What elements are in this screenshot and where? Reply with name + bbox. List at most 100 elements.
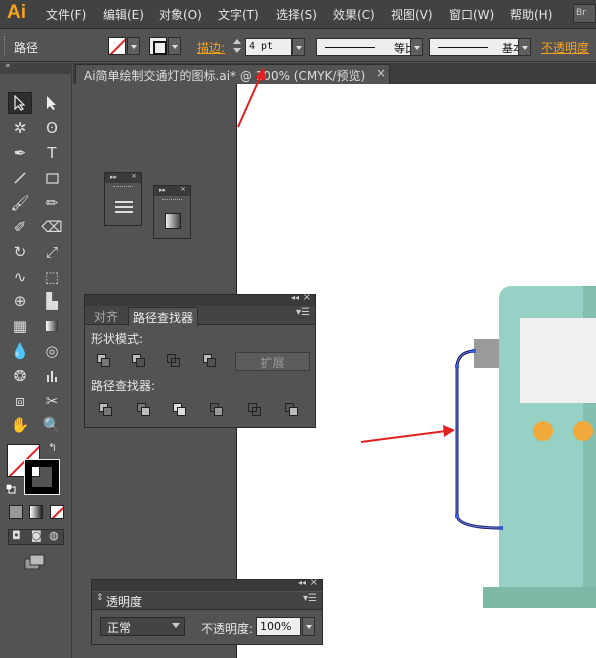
menu-object[interactable]: 对象(O) bbox=[159, 6, 202, 23]
traffic-light-screen[interactable] bbox=[520, 318, 596, 403]
menu-window[interactable]: 窗口(W) bbox=[449, 6, 494, 23]
pathfinders-label: 路径查找器: bbox=[91, 379, 156, 393]
color-mode-icon[interactable] bbox=[9, 505, 23, 519]
close-tab-icon[interactable]: × bbox=[376, 66, 386, 80]
panel-titlebar[interactable]: ◂◂ × bbox=[85, 292, 315, 306]
bridge-button[interactable]: Br bbox=[573, 4, 596, 23]
panel-menu-icon[interactable]: ▾☰ bbox=[296, 307, 310, 318]
panel-tabs: ⇕ 透明度 ▾☰ bbox=[92, 592, 322, 610]
opacity-label[interactable]: 不透明度 bbox=[541, 39, 589, 56]
illustrator-logo: Ai bbox=[7, 2, 26, 23]
minus-front-icon[interactable] bbox=[132, 354, 146, 368]
opacity-input[interactable]: 100% bbox=[256, 617, 301, 636]
direct-selection-icon[interactable] bbox=[40, 92, 64, 114]
intersect-icon[interactable] bbox=[167, 354, 181, 368]
type-icon[interactable]: T bbox=[40, 142, 64, 164]
stroke-label[interactable]: 描边: bbox=[197, 39, 225, 56]
stroke-dropdown[interactable] bbox=[168, 37, 181, 55]
hand-icon[interactable]: ✋ bbox=[8, 414, 32, 436]
panel-titlebar[interactable]: ◂◂ × bbox=[92, 577, 322, 591]
exclude-icon[interactable] bbox=[203, 354, 217, 368]
pathfinder-panel: ◂◂ × 对齐 路径查找器 ▾☰ 形状模式: 扩展 路径查找器: bbox=[84, 292, 316, 428]
free-transform-icon[interactable]: ⬚ bbox=[40, 266, 64, 288]
control-bar-grip[interactable] bbox=[4, 36, 7, 56]
column-graph-icon[interactable] bbox=[40, 365, 64, 387]
eyedropper-icon[interactable]: 💧 bbox=[8, 340, 32, 362]
close-icon: × bbox=[309, 577, 318, 588]
paintbrush-icon[interactable]: 🖌 bbox=[8, 192, 32, 214]
menu-select[interactable]: 选择(S) bbox=[276, 6, 317, 23]
slice-icon[interactable]: ✂ bbox=[40, 390, 64, 412]
pen-icon[interactable]: ✒ bbox=[8, 142, 32, 164]
rotate-icon[interactable]: ↻ bbox=[8, 241, 32, 263]
default-colors-icon[interactable] bbox=[5, 483, 16, 494]
none-mode-icon[interactable] bbox=[50, 505, 64, 519]
expand-button[interactable]: 扩展 bbox=[235, 352, 310, 371]
blob-brush-icon[interactable]: ✐ bbox=[8, 216, 32, 238]
outline-icon[interactable] bbox=[248, 403, 262, 417]
tab-align[interactable]: 对齐 bbox=[94, 308, 118, 325]
gradient-icon[interactable] bbox=[40, 315, 64, 337]
blend-icon[interactable]: ◎ bbox=[40, 340, 64, 362]
warp-icon[interactable]: ∿ bbox=[8, 266, 32, 288]
menu-edit[interactable]: 编辑(E) bbox=[103, 6, 144, 23]
tab-pathfinder[interactable]: 路径查找器 bbox=[128, 307, 199, 326]
menu-effect[interactable]: 效果(C) bbox=[333, 6, 375, 23]
traffic-light-base[interactable] bbox=[483, 587, 596, 608]
transparency-panel: ◂◂ × ⇕ 透明度 ▾☰ 正常 不透明度: 100% bbox=[91, 577, 323, 645]
rectangle-icon[interactable] bbox=[40, 167, 64, 189]
tab-transparency[interactable]: 透明度 bbox=[106, 593, 142, 610]
opacity-dropdown[interactable] bbox=[302, 617, 315, 636]
traffic-light-lamp[interactable] bbox=[533, 421, 553, 441]
control-bar: 路径 描边: 等比 基本 不透明度 bbox=[0, 30, 596, 62]
crop-icon[interactable] bbox=[210, 403, 224, 417]
tools-panel-header[interactable]: « bbox=[0, 61, 72, 74]
menu-file[interactable]: 文件(F) bbox=[46, 6, 86, 23]
pencil-icon[interactable]: ✏ bbox=[40, 192, 64, 214]
perspective-grid-icon[interactable]: ▙ bbox=[40, 290, 64, 312]
line-icon[interactable] bbox=[8, 167, 32, 189]
stroke-weight-dropdown[interactable] bbox=[292, 38, 305, 56]
brush-dropdown[interactable] bbox=[518, 38, 531, 56]
menu-type[interactable]: 文字(T) bbox=[218, 6, 259, 23]
close-icon: × bbox=[302, 292, 311, 303]
traffic-light-lamp[interactable] bbox=[573, 421, 593, 441]
fill-swatch[interactable] bbox=[108, 37, 126, 55]
collapsed-panel-gradient[interactable]: ▸▸ × bbox=[153, 185, 191, 239]
mesh-icon[interactable]: ▦ bbox=[8, 315, 32, 337]
eraser-icon[interactable]: ⌫ bbox=[40, 216, 64, 238]
profile-dropdown[interactable] bbox=[410, 38, 423, 56]
stroke-swatch[interactable] bbox=[149, 37, 167, 55]
stroke-weight-input[interactable]: 4 pt bbox=[245, 38, 292, 56]
trim-icon[interactable] bbox=[137, 403, 151, 417]
traffic-light-connector[interactable] bbox=[474, 339, 499, 368]
symbol-sprayer-icon[interactable]: ❂ bbox=[8, 365, 32, 387]
brush-definition[interactable]: 基本 bbox=[429, 38, 531, 56]
gradient-mode-icon[interactable] bbox=[29, 505, 43, 519]
magic-wand-icon[interactable]: ✲ bbox=[8, 117, 32, 139]
stroke-proxy[interactable] bbox=[24, 459, 60, 495]
screen-mode-icon[interactable] bbox=[24, 554, 46, 570]
fill-dropdown[interactable] bbox=[127, 37, 140, 55]
zoom-icon[interactable]: 🔍 bbox=[40, 414, 64, 436]
minus-back-icon[interactable] bbox=[285, 403, 299, 417]
menu-help[interactable]: 帮助(H) bbox=[510, 6, 552, 23]
scale-icon[interactable]: ⤢ bbox=[40, 241, 64, 263]
panel-options-icon[interactable]: ⇕ bbox=[96, 593, 104, 603]
divide-icon[interactable] bbox=[99, 403, 113, 417]
document-tab[interactable]: Ai简单绘制交通灯的图标.ai* @ 100% (CMYK/预览) bbox=[75, 64, 390, 84]
blend-mode-select[interactable]: 正常 bbox=[100, 617, 185, 636]
variable-width-profile[interactable]: 等比 bbox=[316, 38, 423, 56]
merge-icon[interactable] bbox=[173, 403, 187, 417]
selection-icon[interactable] bbox=[8, 92, 32, 114]
menu-view[interactable]: 视图(V) bbox=[391, 6, 433, 23]
shape-builder-icon[interactable]: ⊕ bbox=[8, 290, 32, 312]
panel-menu-icon[interactable]: ▾☰ bbox=[303, 593, 317, 604]
unite-icon[interactable] bbox=[97, 354, 111, 368]
lasso-icon[interactable]: ʘ bbox=[40, 117, 64, 139]
stroke-weight-stepper[interactable] bbox=[231, 38, 243, 54]
collapsed-panel-layers[interactable]: ▸▸ × bbox=[104, 172, 142, 226]
draw-mode-buttons[interactable]: ◘ ◙ ◍ bbox=[8, 529, 64, 545]
swap-fill-stroke-icon[interactable]: ↰ bbox=[48, 441, 57, 454]
artboard-icon[interactable]: ⧈ bbox=[8, 390, 32, 412]
